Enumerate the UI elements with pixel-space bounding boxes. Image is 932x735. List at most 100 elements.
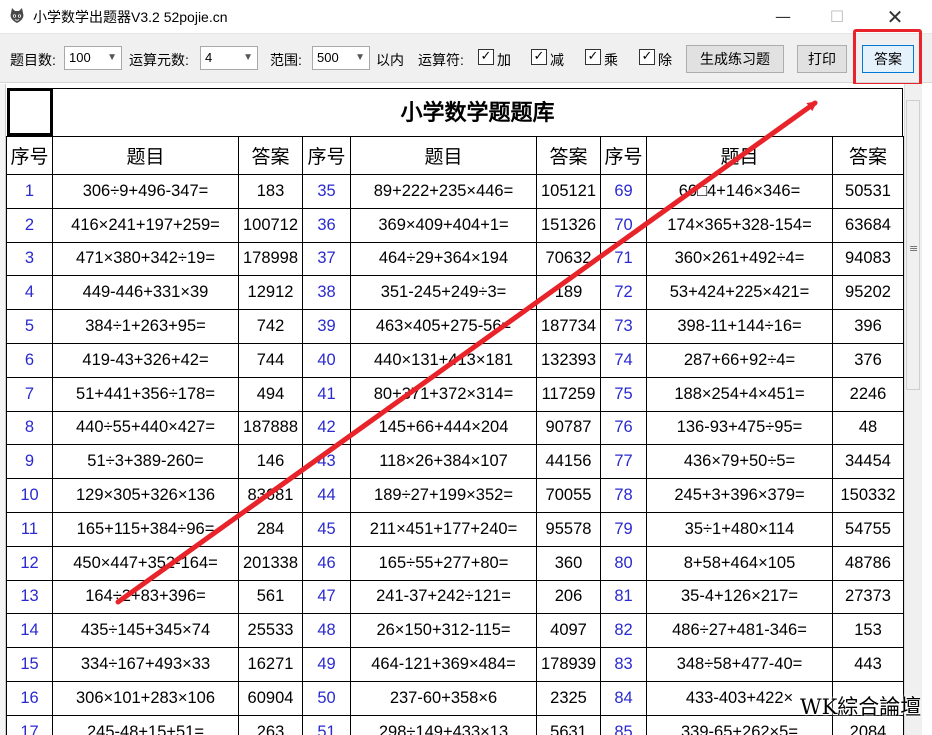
cell-answer: 48 xyxy=(832,410,904,446)
cell-answer: 494 xyxy=(238,376,303,412)
cell-answer: 150332 xyxy=(832,478,904,513)
cell-index: 85 xyxy=(600,714,647,735)
ops-label: 运算符: xyxy=(418,52,464,68)
header-question: 题目 xyxy=(646,136,833,175)
cell-index: 82 xyxy=(600,613,647,649)
cell-question: 35÷1+480×114 xyxy=(646,511,833,547)
cell-index: 3 xyxy=(6,241,53,277)
cell-index: 78 xyxy=(600,478,647,513)
cell-index: 15 xyxy=(6,647,53,682)
range-value: 500 xyxy=(317,50,339,65)
chevron-down-icon: ▼ xyxy=(107,52,117,63)
op-multiply-label: 乘 xyxy=(604,52,618,68)
cell-question: 450×447+352-164= xyxy=(52,545,239,581)
cell-index: 47 xyxy=(302,579,351,615)
cell-index: 39 xyxy=(302,309,351,344)
cell-answer: 50531 xyxy=(832,174,904,209)
cell-index: 46 xyxy=(302,545,351,581)
cell-index: 9 xyxy=(6,444,53,480)
answer-highlight-box xyxy=(853,29,922,86)
table-row: 12 450×447+352-164= 201338 46 165÷55+277+80=… xyxy=(6,545,904,581)
cell-answer: 95578 xyxy=(536,511,601,547)
cell-answer: 151326 xyxy=(536,207,601,243)
cell-question: 35-4+126×217= xyxy=(646,579,833,615)
cell-answer: 132393 xyxy=(536,342,601,378)
window-title: 小学数学出题器V3.2 52pojie.cn xyxy=(33,9,228,25)
minimize-button[interactable]: — xyxy=(760,0,806,33)
table-row: 7 51+441+356÷178= 494 41 80+371+372×314= 1172… xyxy=(6,376,904,412)
cell-answer: 70055 xyxy=(536,478,601,513)
cell-question: 463×405+275-56= xyxy=(350,309,537,344)
table-row: 1 306÷9+496-347= 183 35 89+222+235×446= 10512… xyxy=(6,174,904,209)
cell-answer: 396 xyxy=(832,309,904,344)
cell-answer: 34454 xyxy=(832,444,904,480)
cell-question: 165+115+384÷96= xyxy=(52,511,239,547)
cell-index: 84 xyxy=(600,680,647,716)
cell-answer: 54755 xyxy=(832,511,904,547)
cell-question: 416×241+197+259= xyxy=(52,207,239,243)
cell-index: 44 xyxy=(302,478,351,513)
cell-answer: 100712 xyxy=(238,207,303,243)
chevron-down-icon: ▼ xyxy=(355,52,365,63)
cell-question: 129×305+326×136 xyxy=(52,478,239,513)
table-row: 11 165+115+384÷96= 284 45 211×451+177+240= 95… xyxy=(6,511,904,547)
cell-answer: 83681 xyxy=(238,478,303,513)
corner-box xyxy=(7,88,53,136)
cell-index: 74 xyxy=(600,342,647,378)
cell-index: 77 xyxy=(600,444,647,480)
cell-question: 245+3+396×379= xyxy=(646,478,833,513)
cell-index: 75 xyxy=(600,376,647,412)
cell-answer: 178939 xyxy=(536,647,601,682)
cell-answer: 95202 xyxy=(832,275,904,311)
generate-button[interactable]: 生成练习题 xyxy=(686,45,784,73)
cell-answer: 12912 xyxy=(238,275,303,311)
checkbox-subtract[interactable]: ✓ xyxy=(531,49,547,65)
table-row: 14 435÷145+345×74 25533 48 26×150+312-115= 40… xyxy=(6,613,904,649)
header-answer: 答案 xyxy=(832,136,904,175)
cell-index: 48 xyxy=(302,613,351,649)
cell-index: 79 xyxy=(600,511,647,547)
cell-answer: 25533 xyxy=(238,613,303,649)
cell-answer: 2325 xyxy=(536,680,601,716)
cell-question: 26×150+312-115= xyxy=(350,613,537,649)
print-button[interactable]: 打印 xyxy=(797,45,847,73)
table-body: 1 306÷9+496-347= 183 35 89+222+235×446= 10512… xyxy=(6,174,904,735)
cell-answer: 263 xyxy=(238,714,303,735)
app-cat-icon xyxy=(10,8,24,23)
watermark: WK綜合論壇 xyxy=(800,695,922,719)
cell-index: 70 xyxy=(600,207,647,243)
table-row: 13 164÷2+83+396= 561 47 241-37+242÷121= 206 81… xyxy=(6,579,904,615)
cell-question: 398-11+144÷16= xyxy=(646,309,833,344)
checkbox-divide[interactable]: ✓ xyxy=(639,49,655,65)
header-question: 题目 xyxy=(350,136,537,175)
cell-question: 51+441+356÷178= xyxy=(52,376,239,412)
cell-index: 4 xyxy=(6,275,53,311)
count-select[interactable]: 100 ▼ xyxy=(64,46,122,70)
chevron-down-icon: ▼ xyxy=(243,52,253,63)
cell-index: 38 xyxy=(302,275,351,311)
cell-question: 51÷3+389-260= xyxy=(52,444,239,480)
cell-answer: 90787 xyxy=(536,410,601,446)
cell-question: 471×380+342÷19= xyxy=(52,241,239,277)
checkbox-add[interactable]: ✓ xyxy=(478,49,494,65)
range-select[interactable]: 500 ▼ xyxy=(312,46,370,70)
operands-select[interactable]: 4 ▼ xyxy=(200,46,258,70)
grip-icon: ≡ xyxy=(909,242,919,255)
cell-index: 17 xyxy=(6,714,53,735)
maximize-button[interactable]: ☐ xyxy=(814,0,860,33)
count-value: 100 xyxy=(69,50,91,65)
table-row: 15 334÷167+493×33 16271 49 464-121+369×484= 1… xyxy=(6,647,904,682)
range-suffix: 以内 xyxy=(376,52,404,68)
cell-answer: 44156 xyxy=(536,444,601,480)
cell-index: 73 xyxy=(600,309,647,344)
cell-index: 83 xyxy=(600,647,647,682)
cell-index: 6 xyxy=(6,342,53,378)
cell-answer: 187734 xyxy=(536,309,601,344)
cell-index: 72 xyxy=(600,275,647,311)
table-row: 10 129×305+326×136 83681 44 189÷27+199×352= 7… xyxy=(6,478,904,513)
cell-answer: 187888 xyxy=(238,410,303,446)
cell-question: 89+222+235×446= xyxy=(350,174,537,209)
checkbox-multiply[interactable]: ✓ xyxy=(585,49,601,65)
table-row: 2 416×241+197+259= 100712 36 369×409+404+1= 1… xyxy=(6,207,904,243)
count-label: 题目数: xyxy=(10,52,56,68)
